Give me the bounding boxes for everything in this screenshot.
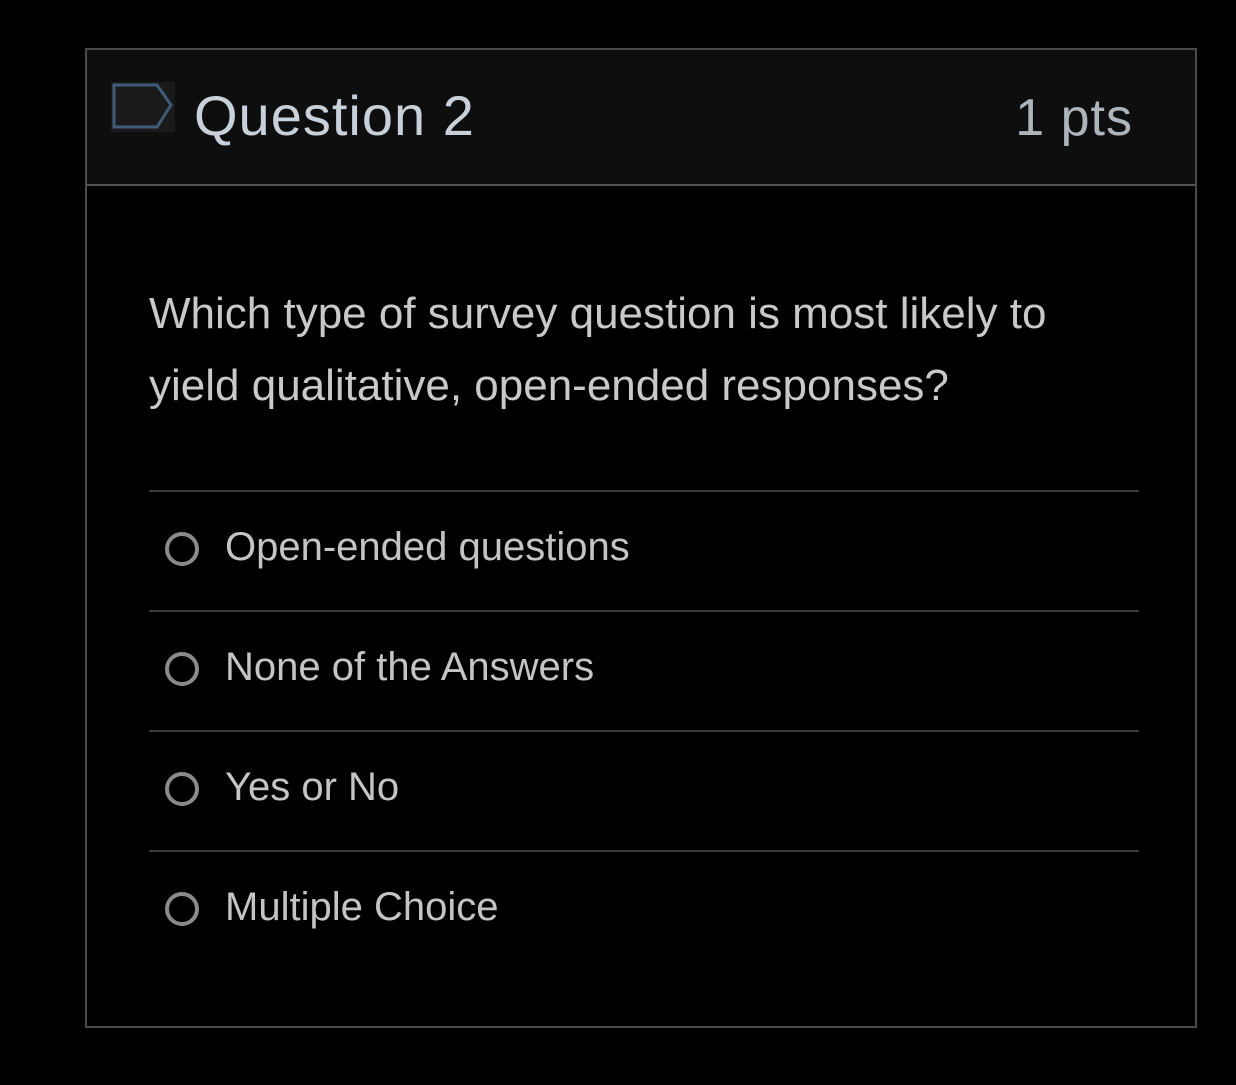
question-text: Which type of survey question is most li… — [149, 289, 1047, 410]
question-title: Question 2 — [194, 84, 475, 147]
answer-list: Open-ended questions None of the Answers… — [149, 490, 1139, 970]
radio-button[interactable] — [165, 652, 199, 686]
answer-label: None of the Answers — [225, 645, 595, 689]
answer-label: Open-ended questions — [225, 525, 630, 569]
radio-button[interactable] — [165, 772, 199, 806]
flag-question-icon[interactable] — [111, 82, 175, 132]
answer-option[interactable]: Open-ended questions — [149, 492, 1139, 612]
question-card: Question 2 1 pts Which type of survey qu… — [85, 48, 1197, 1028]
radio-button[interactable] — [165, 532, 199, 566]
answer-option[interactable]: Multiple Choice — [149, 852, 1139, 970]
radio-button[interactable] — [165, 892, 199, 926]
answer-option[interactable]: Yes or No — [149, 732, 1139, 852]
answer-label: Multiple Choice — [225, 885, 499, 929]
question-header: Question 2 1 pts — [87, 50, 1195, 186]
question-points: 1 pts — [1015, 89, 1133, 147]
answer-option[interactable]: None of the Answers — [149, 612, 1139, 732]
answer-label: Yes or No — [225, 765, 400, 809]
